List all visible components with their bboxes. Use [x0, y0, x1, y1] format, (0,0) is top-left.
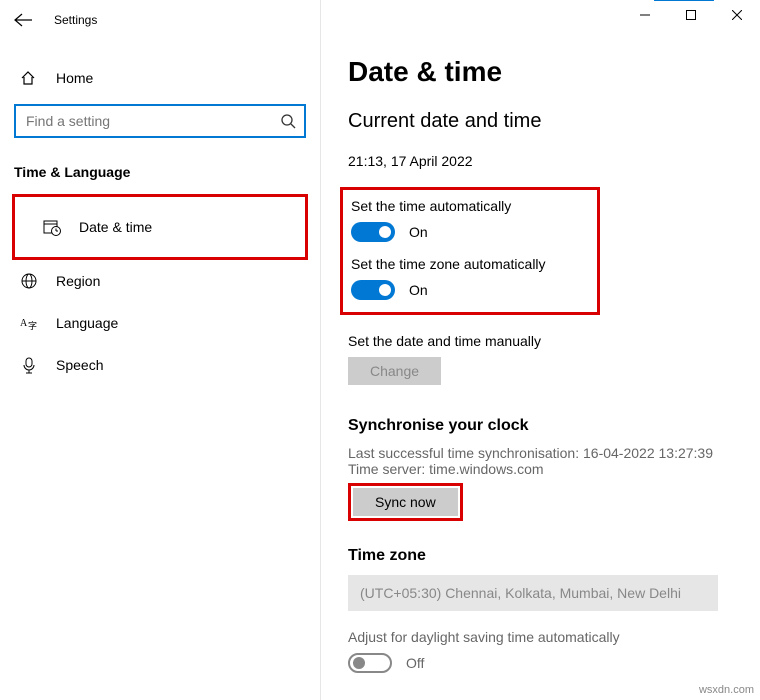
auto-tz-label: Set the time zone automatically — [351, 256, 589, 272]
auto-time-label: Set the time automatically — [351, 198, 589, 214]
globe-icon — [20, 272, 38, 290]
tz-heading: Time zone — [348, 547, 732, 565]
sync-last: Last successful time synchronisation: 16… — [348, 445, 732, 461]
page-title: Date & time — [348, 56, 732, 88]
sync-heading: Synchronise your clock — [348, 417, 732, 435]
sync-now-button[interactable]: Sync now — [353, 488, 458, 516]
sidebar: Settings Home Time & Language Date & — [0, 0, 320, 700]
content-pane: Date & time Current date and time 21:13,… — [320, 0, 760, 700]
nav-label: Date & time — [79, 219, 152, 235]
minimize-button[interactable] — [622, 0, 668, 30]
sync-server: Time server: time.windows.com — [348, 461, 732, 477]
nav-label: Language — [56, 315, 118, 331]
search-input[interactable] — [14, 104, 306, 138]
watermark: wsxdn.com — [699, 684, 754, 696]
nav-label: Region — [56, 273, 100, 289]
dst-label: Adjust for daylight saving time automati… — [348, 629, 732, 645]
home-icon — [20, 70, 38, 86]
current-datetime: 21:13, 17 April 2022 — [348, 153, 732, 169]
nav-language[interactable]: A字 Language — [0, 302, 320, 344]
back-arrow-icon — [14, 13, 32, 27]
auto-time-state: On — [409, 224, 428, 240]
nav-region[interactable]: Region — [0, 260, 320, 302]
nav-speech[interactable]: Speech — [0, 344, 320, 386]
change-button: Change — [348, 357, 441, 385]
nav-date-time[interactable]: Date & time — [23, 206, 297, 248]
dst-state: Off — [406, 655, 424, 671]
svg-text:字: 字 — [28, 320, 37, 331]
maximize-button[interactable] — [668, 0, 714, 30]
app-title: Settings — [54, 13, 97, 27]
nav-label: Speech — [56, 357, 103, 373]
auto-time-toggle[interactable] — [351, 222, 395, 242]
dst-toggle — [348, 653, 392, 673]
window-controls — [622, 0, 760, 30]
close-button[interactable] — [714, 0, 760, 30]
maximize-icon — [686, 10, 696, 20]
microphone-icon — [20, 356, 38, 374]
timezone-dropdown: (UTC+05:30) Chennai, Kolkata, Mumbai, Ne… — [348, 575, 718, 611]
back-button[interactable] — [14, 13, 32, 27]
divider — [320, 0, 321, 700]
calendar-clock-icon — [43, 218, 61, 236]
minimize-icon — [640, 10, 650, 20]
manual-label: Set the date and time manually — [348, 333, 732, 349]
auto-tz-toggle[interactable] — [351, 280, 395, 300]
language-icon: A字 — [20, 314, 38, 332]
close-icon — [732, 10, 742, 20]
section-header: Time & Language — [0, 138, 320, 194]
section-current-heading: Current date and time — [348, 110, 732, 133]
home-label: Home — [56, 70, 93, 86]
home-nav[interactable]: Home — [0, 58, 320, 98]
auto-tz-state: On — [409, 282, 428, 298]
svg-text:A: A — [20, 318, 28, 329]
